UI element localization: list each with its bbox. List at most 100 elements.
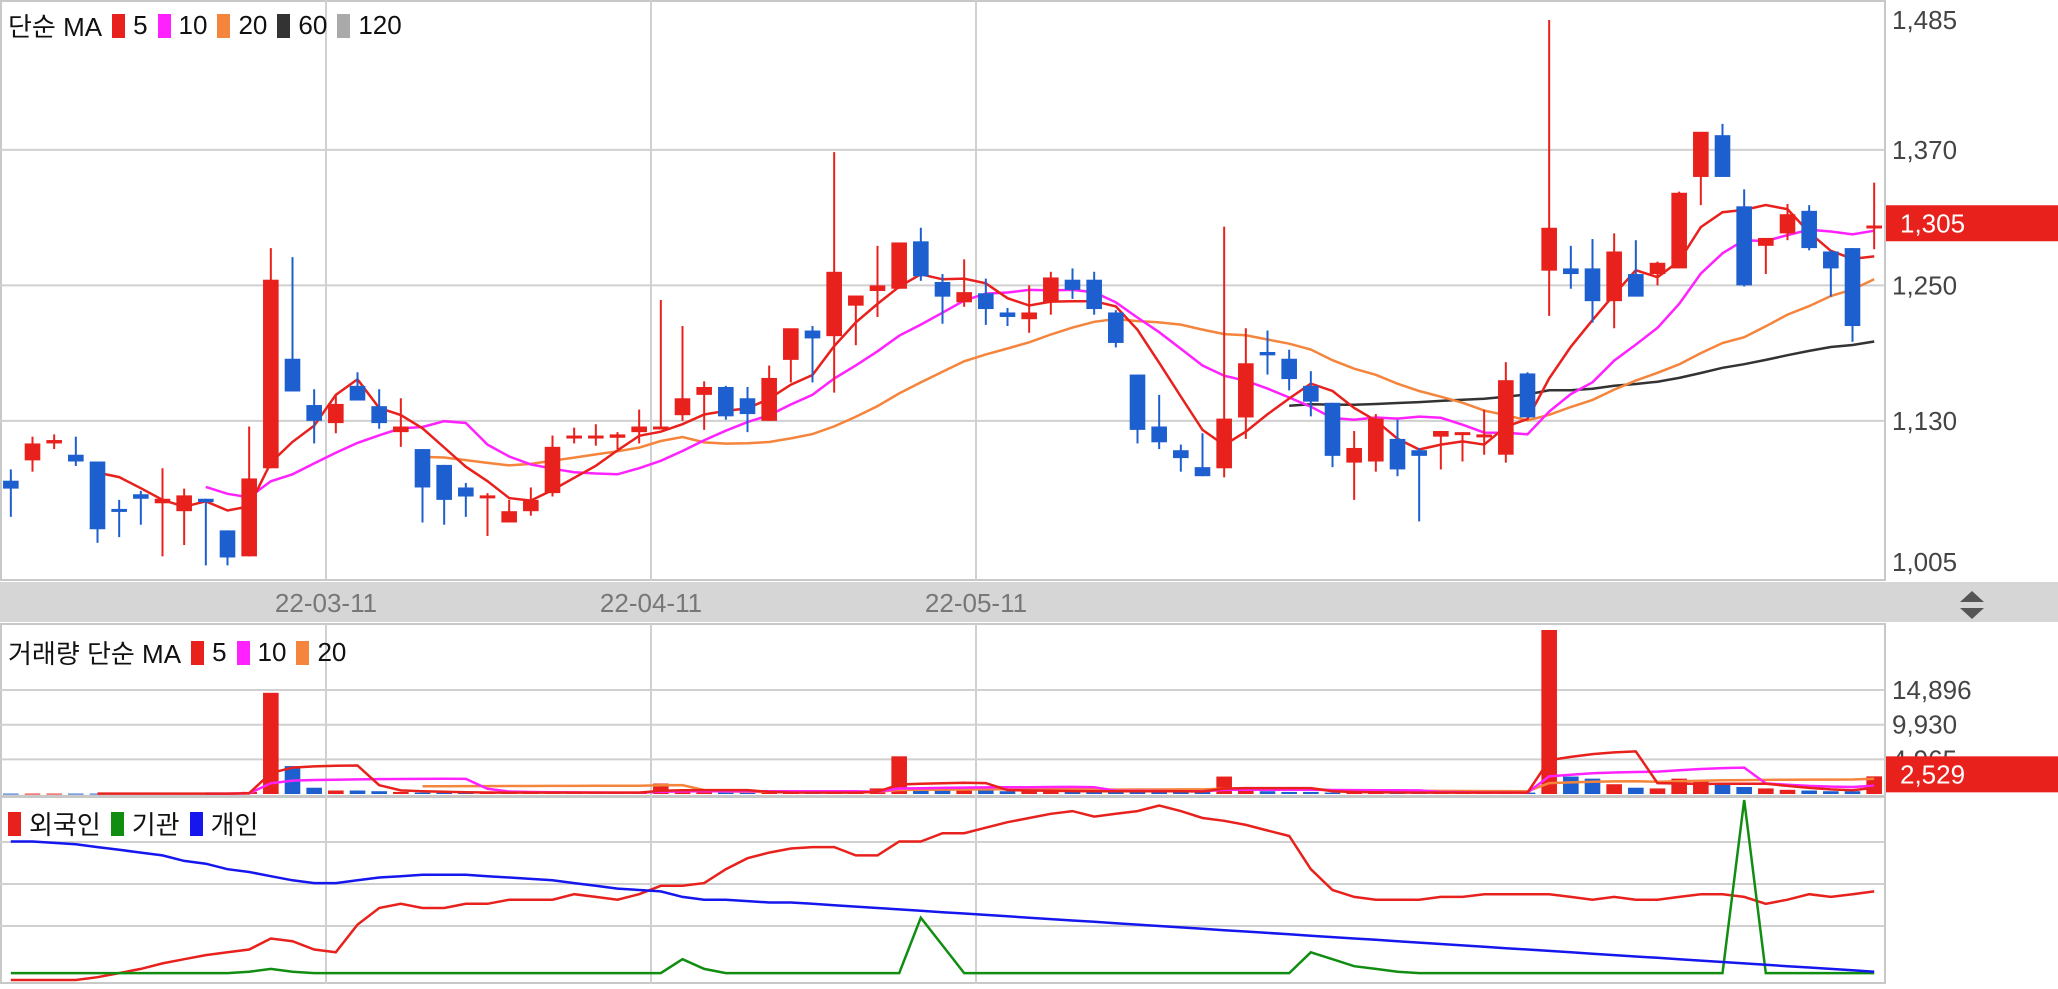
candle-body <box>978 293 994 310</box>
investor-legend: 외국인 기관 개인 <box>0 805 258 842</box>
candle-body <box>371 406 387 424</box>
x-tick-label: 22-04-11 <box>600 588 702 618</box>
candle-body <box>1086 279 1102 310</box>
volume-bar <box>1281 791 1297 794</box>
candle-body <box>761 377 777 421</box>
volume-y-tick-label: 14,896 <box>1892 675 1972 705</box>
volume-bar <box>1259 791 1276 794</box>
candle-body <box>1476 434 1492 438</box>
candle-body <box>566 435 582 439</box>
panel-resize-handle[interactable] <box>1955 588 1989 622</box>
candle-body <box>999 312 1016 317</box>
candle-body <box>154 498 171 504</box>
candle-body <box>263 279 279 469</box>
candle-body <box>501 511 517 523</box>
candle-body <box>588 435 604 439</box>
candle-body <box>544 446 561 494</box>
volume-legend-swatch-ma10 <box>236 640 250 665</box>
volume-bar <box>1606 784 1622 794</box>
candle-body <box>219 530 236 558</box>
candle-body <box>68 454 84 462</box>
candle-body <box>631 426 647 433</box>
volume-bar <box>3 793 19 795</box>
candle-body <box>198 498 214 503</box>
volume-bar <box>68 793 84 795</box>
price-y-tick-label: 1,130 <box>1892 406 1957 436</box>
price-legend-swatch-ma120 <box>337 13 351 38</box>
candle-body <box>1801 210 1817 249</box>
candle-body <box>414 449 431 488</box>
volume-bar <box>1844 791 1861 794</box>
price-legend-label-ma5: 5 <box>133 10 148 40</box>
candle-body <box>739 398 756 415</box>
volume-bar <box>1303 791 1319 794</box>
candle-body <box>284 358 301 392</box>
candle-body <box>1433 431 1449 437</box>
volume-bar <box>414 792 431 794</box>
price-y-tick-label: 1,005 <box>1892 547 1957 577</box>
candle-body <box>1779 214 1796 234</box>
candle-body <box>1693 131 1709 177</box>
candle-body <box>848 295 864 306</box>
volume-bar <box>46 793 62 795</box>
volume-bar <box>1324 792 1341 794</box>
price-y-tick-label: 1,250 <box>1892 270 1957 300</box>
investor-legend-swatch-institution <box>110 811 124 836</box>
candle-body <box>696 386 712 395</box>
candle-body <box>523 499 539 512</box>
candle-body <box>891 242 907 289</box>
candle-body <box>1389 438 1406 470</box>
candle-body <box>393 426 409 433</box>
candle-body <box>956 292 972 303</box>
investor-legend-label-institution: 기관 <box>131 810 180 840</box>
volume-bar <box>978 790 994 794</box>
candle-body <box>1173 450 1189 459</box>
candle-body <box>89 461 106 530</box>
volume-legend-label-ma20: 20 <box>317 637 347 667</box>
candle-body <box>1606 251 1622 302</box>
volume-bar <box>371 791 387 794</box>
candle-body <box>306 405 322 421</box>
volume-bar <box>1823 791 1839 794</box>
volume-bar <box>349 790 366 794</box>
candle-body <box>436 464 452 500</box>
candle-body <box>1411 450 1427 456</box>
candle-body <box>1021 312 1037 320</box>
volume-bar <box>328 790 344 794</box>
volume-bar <box>1563 776 1579 794</box>
volume-bar <box>1801 790 1817 794</box>
volume-bar <box>999 791 1016 794</box>
candle-body <box>1259 351 1276 356</box>
candle-body <box>1043 277 1059 303</box>
candle-body <box>1736 206 1752 286</box>
candle-body <box>133 494 149 499</box>
candle-body <box>46 440 62 444</box>
volume-legend: 거래량 단순 MA 5 10 20 <box>8 634 346 671</box>
price-legend-label-ma60: 60 <box>298 10 328 40</box>
price-y-tick-label: 1,485 <box>1892 5 1957 35</box>
candle-body <box>1129 374 1146 430</box>
candle-body <box>1519 373 1536 418</box>
investor-legend-label-foreign: 외국인 <box>29 810 101 840</box>
investor-legend-swatch-foreign <box>8 811 21 836</box>
candle-body <box>1108 312 1124 343</box>
candle-body <box>241 478 257 557</box>
chart-canvas: 22-03-11 22-04-11 22-05-11 1,485 1,370 1,250 1… <box>0 0 2058 984</box>
volume-y-tick-label: 9,930 <box>1892 710 1957 740</box>
panel-resize-icon <box>1960 591 1984 619</box>
candle-body <box>783 328 799 360</box>
investor-legend-swatch-individual <box>189 811 203 836</box>
candle-body <box>1844 248 1861 327</box>
candle-body <box>1714 135 1731 177</box>
candle-body <box>1498 380 1514 455</box>
candle-body <box>1368 418 1384 462</box>
candle-body <box>653 426 669 430</box>
candle-body <box>718 386 734 417</box>
price-legend-label-ma120: 120 <box>358 10 402 40</box>
volume-legend-title: 거래량 단순 MA <box>8 639 182 669</box>
candle-body <box>913 241 929 277</box>
candle-body <box>1823 251 1839 269</box>
candle-body <box>1454 432 1471 436</box>
candle-body <box>1649 262 1666 275</box>
current-price-label: 1,305 <box>1900 208 1965 238</box>
